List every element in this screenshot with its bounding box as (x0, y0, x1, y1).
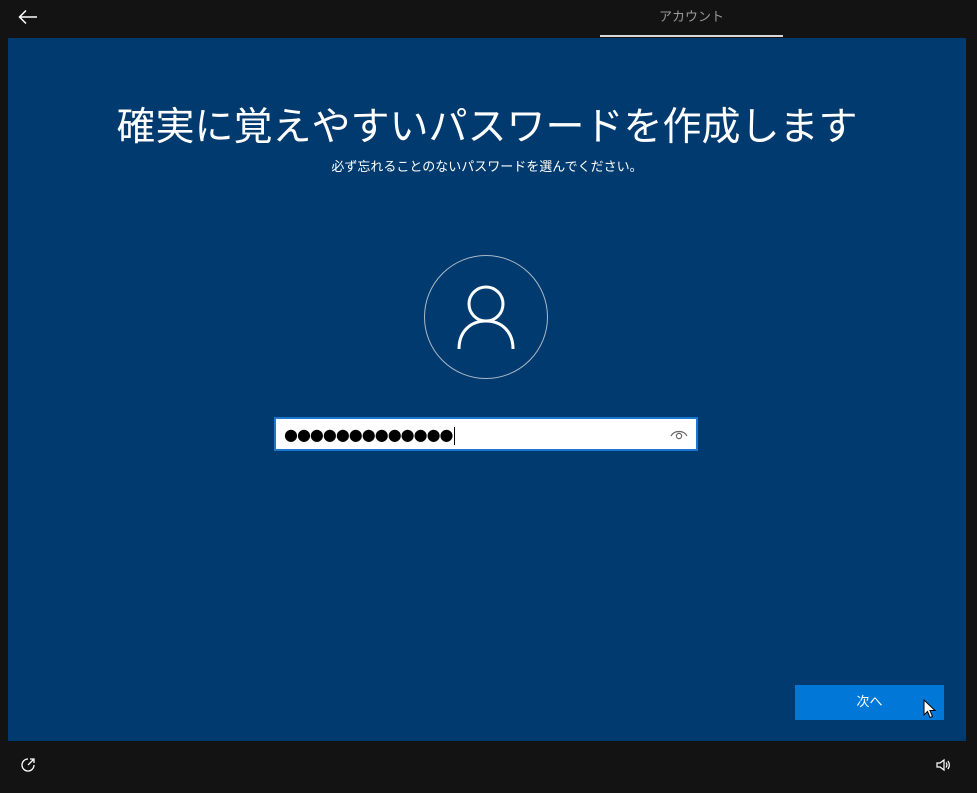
main-panel: 確実に覚えやすいパスワードを作成します 必ず忘れることのないパスワードを選んでく… (8, 38, 966, 741)
eye-icon (670, 430, 688, 440)
bottom-bar (0, 742, 977, 793)
tab-account[interactable]: アカウント (600, 0, 783, 37)
ease-of-access-button[interactable] (18, 755, 38, 775)
page-subtitle: 必ず忘れることのないパスワードを選んでください。 (331, 160, 643, 175)
reveal-password-button[interactable] (668, 425, 690, 443)
top-bar: アカウント (0, 0, 977, 37)
volume-button[interactable] (933, 755, 953, 775)
password-value: ●●●●●●●●●●●●● (284, 425, 453, 444)
back-button[interactable] (14, 4, 42, 30)
password-field[interactable]: ●●●●●●●●●●●●● (274, 417, 698, 451)
next-button[interactable]: 次へ (795, 685, 944, 720)
page-title: 確実に覚えやすいパスワードを作成します (116, 105, 858, 150)
ease-of-access-icon (21, 758, 35, 772)
mouse-cursor-icon (923, 699, 937, 719)
password-input[interactable]: ●●●●●●●●●●●●● (284, 423, 455, 447)
volume-icon (936, 758, 950, 772)
text-caret (453, 426, 455, 445)
user-icon (457, 285, 515, 350)
avatar (424, 255, 548, 379)
arrow-left-icon (18, 9, 37, 25)
